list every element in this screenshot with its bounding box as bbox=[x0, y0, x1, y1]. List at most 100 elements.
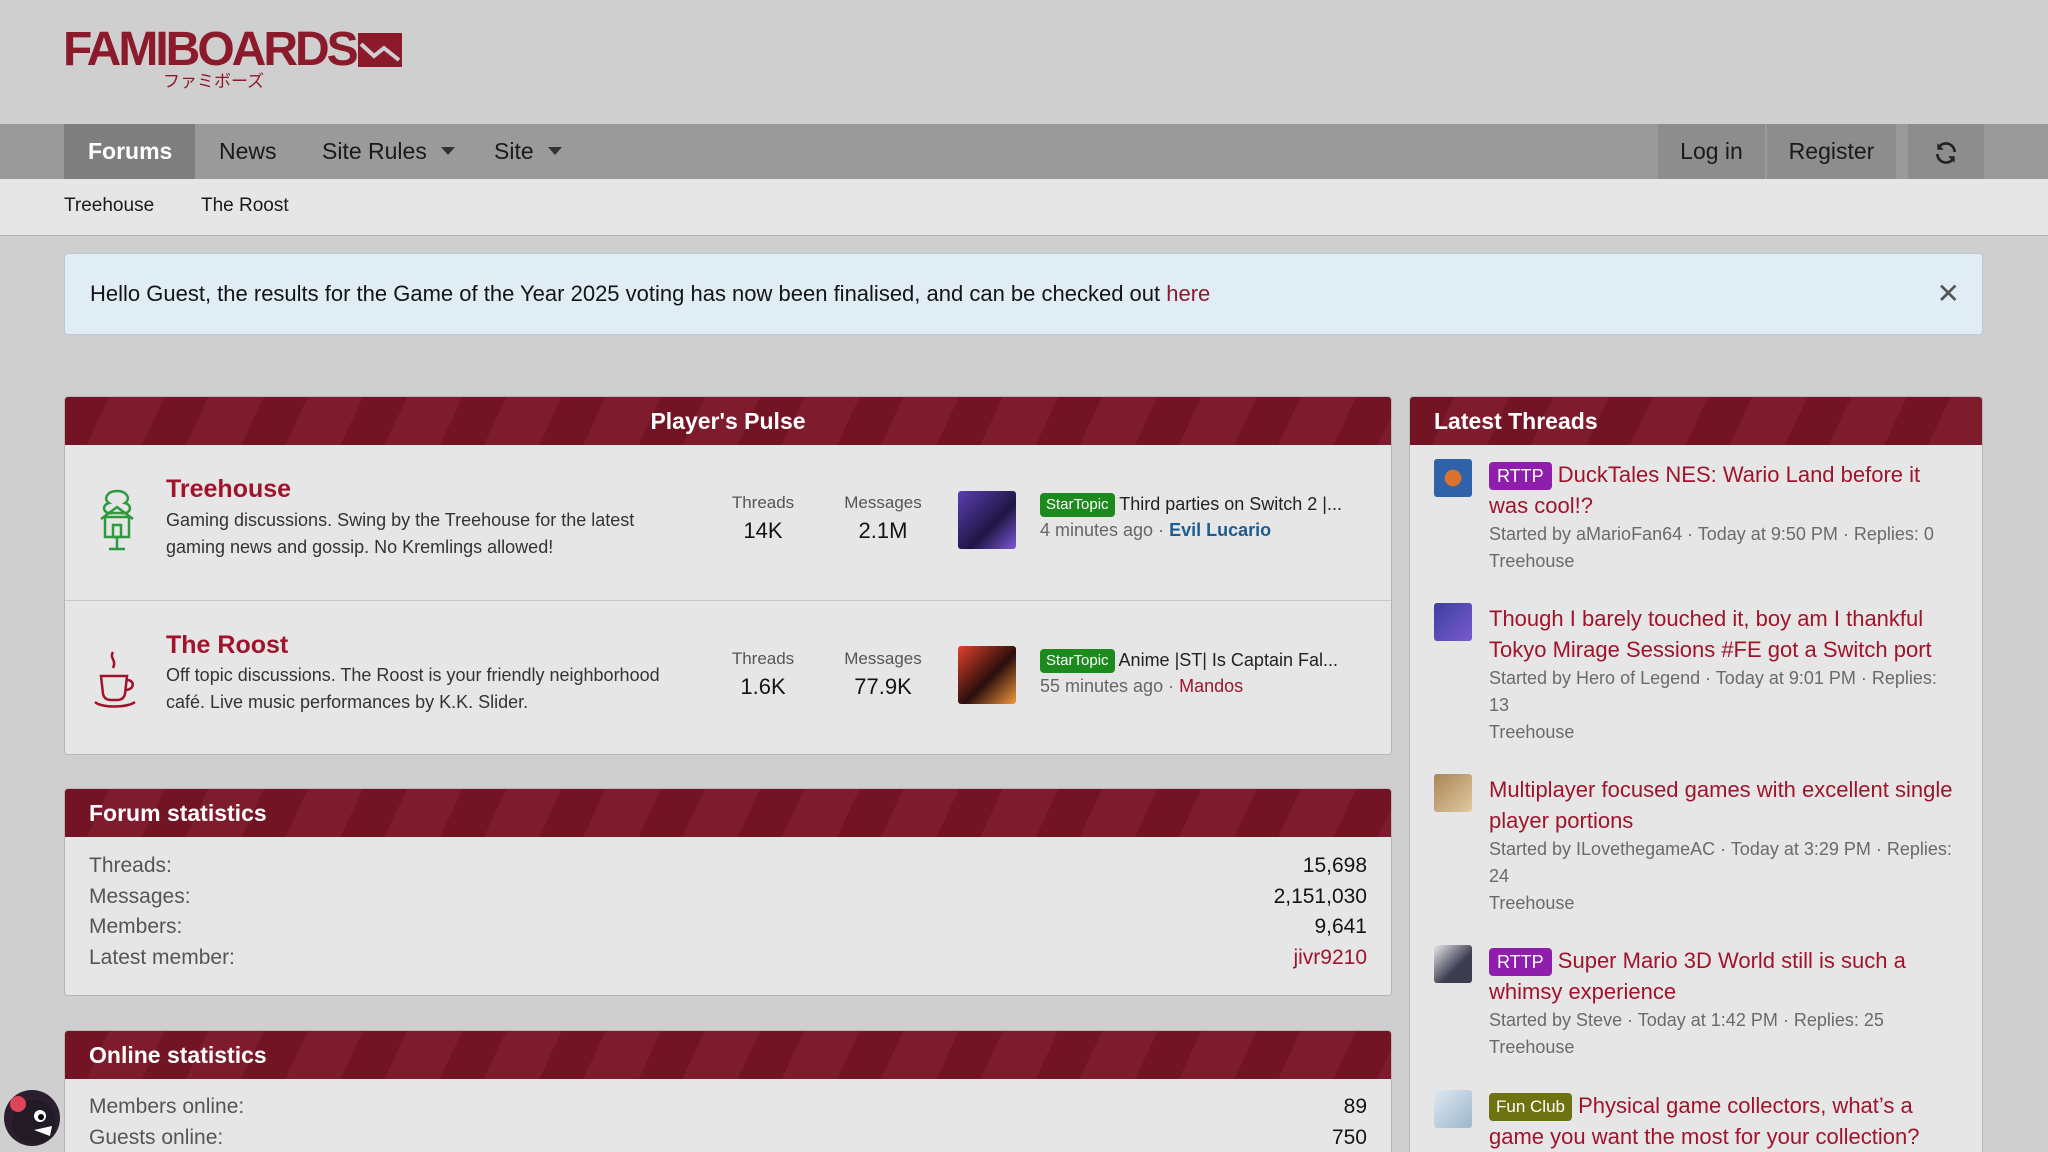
notice-text: Hello Guest, the results for the Game of… bbox=[90, 254, 1210, 334]
tab-site-rules[interactable]: Site Rules bbox=[322, 124, 455, 179]
stat-row-latest-member: Latest member: jivr9210 bbox=[89, 946, 1367, 976]
avatar[interactable] bbox=[1434, 1090, 1472, 1128]
forum-node-the-roost: The Roost Off topic discussions. The Roo… bbox=[65, 600, 1391, 754]
thread-title[interactable]: RTTP Super Mario 3D World still is such … bbox=[1489, 945, 1959, 1007]
refresh-icon bbox=[1936, 142, 1956, 164]
meta-separator: · bbox=[1158, 520, 1165, 540]
tab-news[interactable]: News bbox=[219, 124, 277, 179]
thread-forum[interactable]: Treehouse bbox=[1489, 719, 1959, 746]
node-description: Off topic discussions. The Roost is your… bbox=[166, 665, 660, 712]
thread-meta: Started by Hero of Legend · Today at 9:0… bbox=[1489, 668, 1937, 715]
latest-member-link[interactable]: jivr9210 bbox=[1293, 946, 1367, 970]
tab-forums[interactable]: Forums bbox=[64, 124, 195, 179]
block-title: Latest Threads bbox=[1410, 397, 1982, 445]
avatar[interactable] bbox=[958, 491, 1016, 549]
tab-site-label: Site bbox=[494, 138, 534, 164]
sub-nav: Treehouse The Roost bbox=[0, 179, 2048, 236]
node-title[interactable]: The Roost bbox=[166, 631, 288, 660]
last-post-user[interactable]: Mandos bbox=[1179, 676, 1243, 696]
thread-meta: Started by Steve · Today at 1:42 PM · Re… bbox=[1489, 1010, 1884, 1030]
node-title[interactable]: Treehouse bbox=[166, 475, 291, 504]
thread-title[interactable]: Though I barely touched it, boy am I tha… bbox=[1489, 603, 1959, 665]
last-post-user[interactable]: Evil Lucario bbox=[1169, 520, 1271, 540]
meta-separator: · bbox=[1168, 676, 1175, 696]
threads-count: 1.6K bbox=[740, 674, 786, 699]
stat-label: Latest member: bbox=[89, 946, 235, 969]
thread-prefix: Fun Club bbox=[1489, 1093, 1572, 1122]
thread-title-text: Super Mario 3D World still is such a whi… bbox=[1489, 948, 1906, 1005]
last-post-title-text: Third parties on Switch 2 |... bbox=[1119, 493, 1342, 514]
logo-wordmark: FAMIBOARDS bbox=[63, 23, 359, 76]
star-topic-badge: StarTopic bbox=[1040, 649, 1115, 673]
online-statistics-block: Online statistics Members online: 89 Gues… bbox=[64, 1030, 1392, 1152]
thread-prefix: RTTP bbox=[1489, 948, 1552, 977]
register-button[interactable]: Register bbox=[1767, 124, 1896, 179]
last-post-title-text: Anime |ST| Is Captain Fal... bbox=[1118, 649, 1338, 670]
thread-title-text: DuckTales NES: Wario Land before it was … bbox=[1489, 462, 1921, 519]
block-title: Online statistics bbox=[65, 1031, 1391, 1079]
tab-site-rules-label: Site Rules bbox=[322, 138, 427, 164]
stat-value: 2,151,030 bbox=[1273, 885, 1367, 908]
chat-avatar[interactable] bbox=[4, 1090, 60, 1146]
close-icon[interactable]: ✕ bbox=[1937, 254, 1960, 334]
avatar[interactable] bbox=[1434, 945, 1472, 983]
thread-title[interactable]: Multiplayer focused games with excellent… bbox=[1489, 774, 1959, 836]
site-header: FAMIBOARDS ファミボーズ bbox=[0, 0, 2048, 124]
thread-forum[interactable]: Treehouse bbox=[1489, 1034, 1959, 1061]
chevron-down-icon[interactable] bbox=[547, 146, 562, 155]
envelope-icon bbox=[357, 33, 402, 67]
stat-label: Messages: bbox=[89, 885, 191, 908]
site-logo[interactable]: FAMIBOARDS ファミボーズ bbox=[63, 23, 402, 92]
treehouse-icon[interactable] bbox=[91, 487, 143, 553]
thread-title[interactable]: RTTP DuckTales NES: Wario Land before it… bbox=[1489, 459, 1959, 521]
notice-link[interactable]: here bbox=[1166, 281, 1210, 306]
stat-label: Threads: bbox=[89, 854, 172, 877]
notice-message: Hello Guest, the results for the Game of… bbox=[90, 281, 1167, 306]
avatar[interactable] bbox=[1434, 774, 1472, 812]
messages-label: Messages bbox=[844, 493, 922, 512]
last-post-title[interactable]: StarTopic Third parties on Switch 2 |... bbox=[1040, 493, 1342, 517]
node-description: Gaming discussions. Swing by the Treehou… bbox=[166, 510, 635, 557]
stat-value: 89 bbox=[1343, 1095, 1367, 1118]
messages-label: Messages bbox=[844, 649, 922, 668]
chevron-down-icon[interactable] bbox=[440, 146, 455, 155]
threads-label: Threads bbox=[731, 649, 795, 668]
last-post-title[interactable]: StarTopic Anime |ST| Is Captain Fal... bbox=[1040, 649, 1338, 673]
messages-count: 77.9K bbox=[854, 674, 912, 699]
stat-value: 15,698 bbox=[1302, 854, 1367, 877]
coffee-cup-icon[interactable] bbox=[91, 646, 143, 712]
stat-row-members-online: Members online: 89 bbox=[89, 1095, 1367, 1125]
stat-row-guests-online: Guests online: 750 bbox=[89, 1126, 1367, 1152]
avatar[interactable] bbox=[1434, 459, 1472, 497]
star-topic-badge: StarTopic bbox=[1040, 493, 1115, 517]
last-post-time[interactable]: 4 minutes ago bbox=[1040, 520, 1153, 540]
last-post-time[interactable]: 55 minutes ago bbox=[1040, 676, 1163, 696]
subnav-treehouse[interactable]: Treehouse bbox=[64, 179, 154, 233]
thread-meta: Started by aMarioFan64 · Today at 9:50 P… bbox=[1489, 524, 1934, 544]
threads-count: 14K bbox=[743, 518, 783, 543]
avatar[interactable] bbox=[1434, 603, 1472, 641]
latest-threads-block: Latest Threads RTTP DuckTales NES: Wario… bbox=[1409, 396, 1983, 1152]
main-nav: Forums News Site Rules Site Log in Regis… bbox=[0, 124, 2048, 179]
tab-site[interactable]: Site bbox=[494, 124, 562, 179]
stat-value: 9,641 bbox=[1314, 915, 1367, 938]
stat-label: Members: bbox=[89, 915, 183, 938]
login-button[interactable]: Log in bbox=[1658, 124, 1765, 179]
thread-forum[interactable]: Treehouse bbox=[1489, 890, 1959, 917]
last-post-meta: 4 minutes ago · Evil Lucario bbox=[1040, 520, 1271, 541]
stat-label: Members online: bbox=[89, 1095, 245, 1118]
thread-forum[interactable]: Treehouse bbox=[1489, 548, 1959, 575]
stat-row-threads: Threads: 15,698 bbox=[89, 854, 1367, 884]
forum-node-treehouse: Treehouse Gaming discussions. Swing by t… bbox=[65, 445, 1391, 600]
stat-label: Guests online: bbox=[89, 1126, 224, 1149]
thread-title[interactable]: Fun Club Physical game collectors, what’… bbox=[1489, 1090, 1959, 1152]
refresh-button[interactable] bbox=[1908, 124, 1984, 179]
players-pulse-block: Player's Pulse Treehouse Gaming discussi… bbox=[64, 396, 1392, 755]
subnav-the-roost[interactable]: The Roost bbox=[201, 179, 289, 233]
chomp-icon bbox=[10, 1096, 56, 1144]
stat-row-members: Members: 9,641 bbox=[89, 915, 1367, 945]
last-post-meta: 55 minutes ago · Mandos bbox=[1040, 676, 1243, 697]
thread-prefix: RTTP bbox=[1489, 462, 1552, 491]
stat-row-messages: Messages: 2,151,030 bbox=[89, 885, 1367, 915]
avatar[interactable] bbox=[958, 646, 1016, 704]
